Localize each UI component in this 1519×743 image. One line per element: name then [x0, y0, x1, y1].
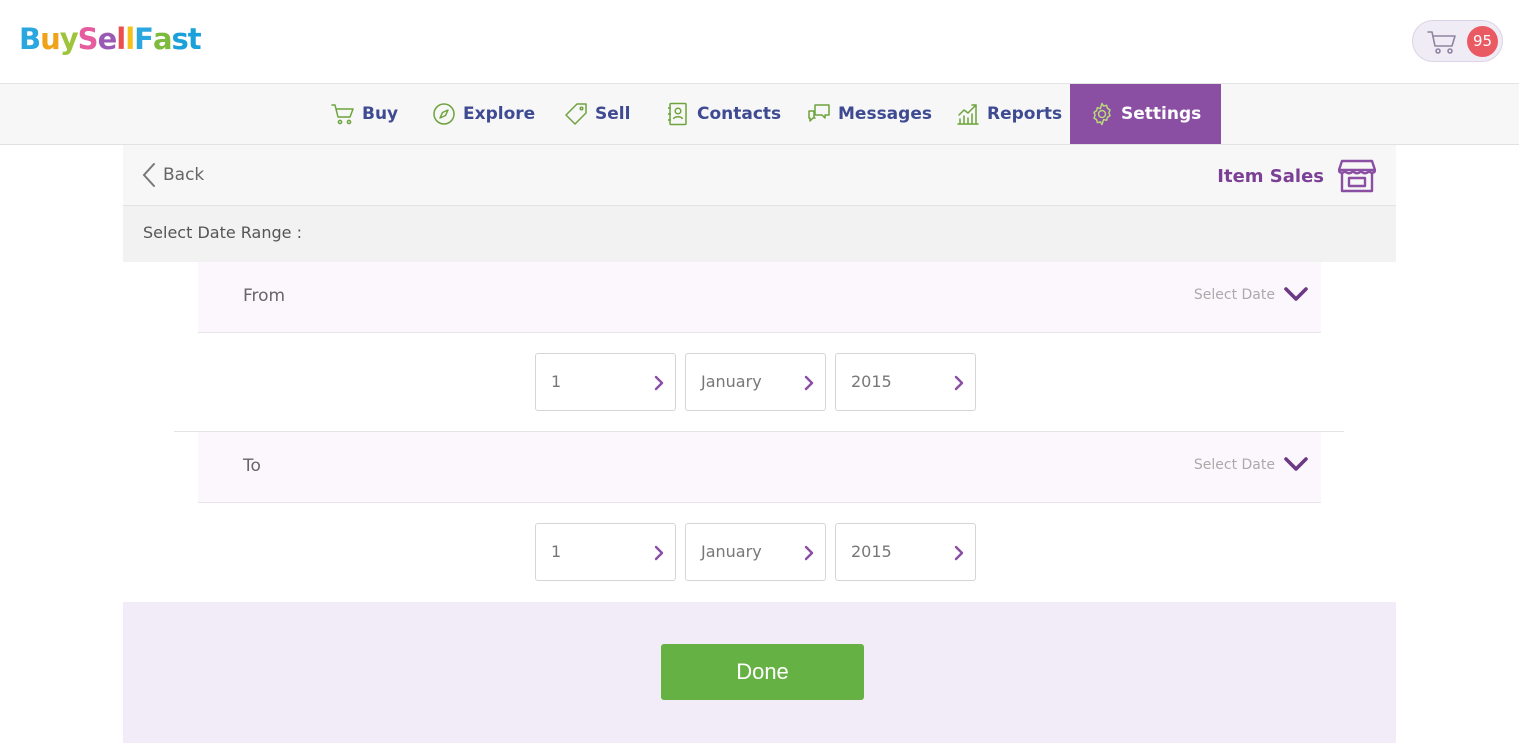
nav-item-label: Reports [987, 104, 1063, 124]
tag-icon [565, 103, 587, 125]
cart-icon [331, 104, 354, 125]
to-label: To [243, 456, 261, 476]
to-month-select[interactable]: January [685, 523, 826, 581]
to-select-date-toggle[interactable]: Select Date [1194, 456, 1309, 474]
top-header: BuySellFast 95 [0, 0, 1519, 84]
cart-button[interactable]: 95 [1412, 20, 1503, 62]
date-range-card: Back Item Sales Select Date Range : From… [123, 145, 1396, 743]
from-year-value: 2015 [851, 372, 892, 391]
action-footer: Done [123, 602, 1396, 743]
to-year-value: 2015 [851, 542, 892, 561]
logo-letter: S [77, 22, 99, 56]
to-date-header[interactable]: To Select Date [198, 432, 1321, 503]
from-select-date-toggle[interactable]: Select Date [1194, 286, 1309, 304]
date-range-label-row: Select Date Range : [123, 206, 1396, 262]
logo-letter: a [152, 22, 173, 56]
from-date-header[interactable]: From Select Date [198, 262, 1321, 333]
from-year-select[interactable]: 2015 [835, 353, 976, 411]
bar-chart-icon [957, 104, 979, 125]
chevron-right-icon [954, 375, 964, 391]
to-month-value: January [701, 542, 762, 561]
logo-letter: y [59, 22, 79, 56]
logo-letter: u [40, 22, 61, 56]
select-date-label: Select Date [1193, 287, 1275, 303]
contacts-book-icon [668, 102, 687, 126]
logo-letter: l [125, 22, 135, 56]
from-day-select[interactable]: 1 [535, 353, 676, 411]
cart-count-badge: 95 [1467, 26, 1498, 57]
to-date-picker: 1 January 2015 [123, 503, 1396, 601]
back-label: Back [163, 165, 205, 185]
cart-icon [1427, 31, 1456, 54]
chat-bubbles-icon [808, 104, 830, 122]
from-day-value: 1 [551, 372, 562, 391]
nav-item-label: Sell [595, 104, 631, 124]
from-label: From [243, 286, 286, 306]
nav-item-label: Buy [362, 104, 399, 124]
page-title: Item Sales [1217, 159, 1376, 193]
logo-letter: t [187, 22, 202, 56]
storefront-icon [1338, 159, 1376, 193]
nav-item-contacts[interactable]: Contacts [666, 84, 781, 144]
nav-item-label: Explore [463, 104, 536, 124]
chevron-down-icon [1284, 287, 1308, 301]
nav-item-explore[interactable]: Explore [432, 84, 535, 144]
chevron-left-icon [142, 163, 155, 187]
logo-letter: B [19, 22, 41, 56]
logo-letter: F [134, 22, 154, 56]
logo[interactable]: BuySellFast [19, 22, 202, 56]
nav-item-label: Settings [1121, 104, 1202, 124]
done-button[interactable]: Done [661, 644, 864, 700]
chevron-right-icon [954, 545, 964, 561]
to-year-select[interactable]: 2015 [835, 523, 976, 581]
logo-letter: s [171, 22, 189, 56]
logo-letter: e [97, 22, 118, 56]
main-nav: Buy Explore Sell Contacts Messages Repor… [0, 84, 1519, 145]
chevron-right-icon [654, 375, 664, 391]
nav-item-reports[interactable]: Reports [956, 84, 1062, 144]
from-month-value: January [701, 372, 762, 391]
to-day-select[interactable]: 1 [535, 523, 676, 581]
chevron-right-icon [804, 375, 814, 391]
nav-item-messages[interactable]: Messages [807, 84, 932, 144]
to-day-value: 1 [551, 542, 562, 561]
compass-icon [433, 103, 455, 125]
from-month-select[interactable]: January [685, 353, 826, 411]
logo-letter: l [116, 22, 126, 56]
chevron-right-icon [654, 545, 664, 561]
chevron-down-icon [1284, 457, 1308, 471]
nav-item-label: Contacts [697, 104, 782, 124]
gear-icon [1093, 102, 1111, 126]
nav-item-settings[interactable]: Settings [1070, 84, 1222, 144]
select-date-label: Select Date [1193, 457, 1275, 473]
from-date-picker: 1 January 2015 [123, 333, 1396, 431]
page-title-text: Item Sales [1217, 165, 1324, 187]
nav-item-sell[interactable]: Sell [564, 84, 630, 144]
nav-item-label: Messages [838, 104, 932, 124]
chevron-right-icon [804, 545, 814, 561]
nav-item-buy[interactable]: Buy [331, 84, 398, 144]
card-header: Back Item Sales [123, 145, 1396, 206]
date-range-label: Select Date Range : [143, 223, 302, 242]
back-button[interactable]: Back [141, 162, 204, 188]
